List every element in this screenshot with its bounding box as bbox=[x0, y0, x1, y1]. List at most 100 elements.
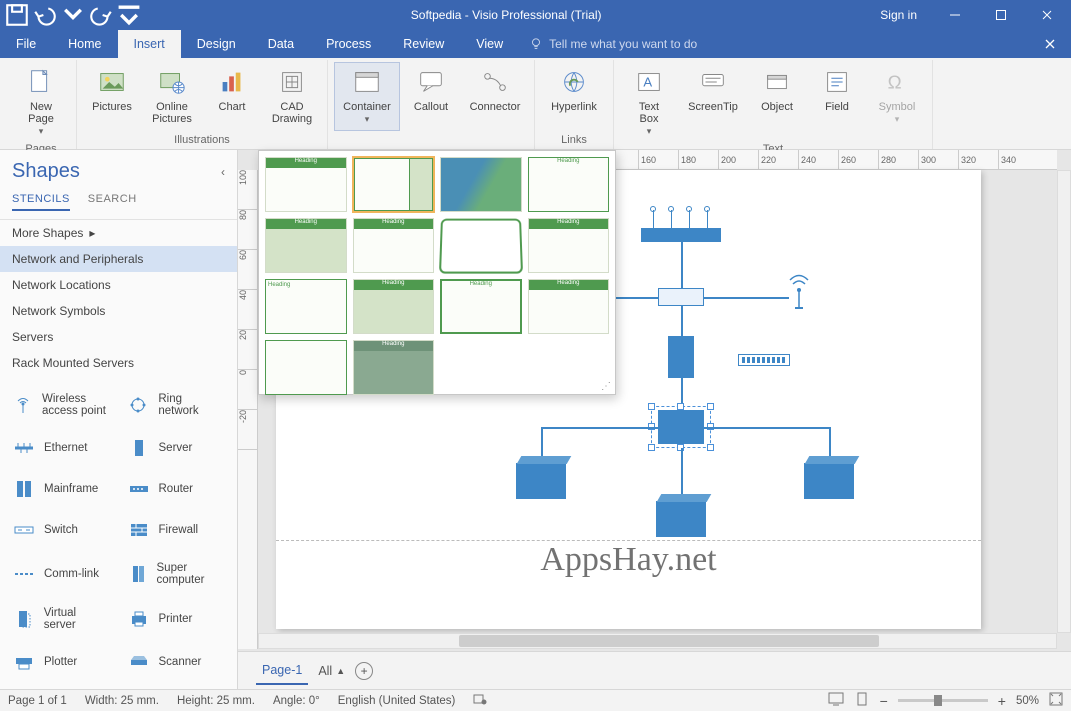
symbol-button[interactable]: ΩSymbol▾ bbox=[868, 62, 926, 140]
sign-in-link[interactable]: Sign in bbox=[866, 8, 931, 22]
stencil-item[interactable]: Network Symbols bbox=[0, 298, 237, 324]
shape-ring-network[interactable]: Ring network bbox=[119, 384, 234, 425]
shape-ethernet[interactable]: Ethernet bbox=[4, 429, 119, 466]
node-wireless-ap[interactable] bbox=[784, 270, 814, 313]
gallery-item[interactable] bbox=[353, 157, 435, 212]
page-tab-current[interactable]: Page-1 bbox=[256, 657, 308, 685]
shape-printer[interactable]: Printer bbox=[119, 598, 234, 639]
zoom-in-button[interactable]: + bbox=[998, 693, 1006, 709]
screentip-button[interactable]: ScreenTip bbox=[680, 62, 746, 140]
gallery-item[interactable] bbox=[440, 157, 522, 212]
tell-me-search[interactable]: Tell me what you want to do bbox=[519, 30, 707, 58]
stencil-item[interactable]: Rack Mounted Servers bbox=[0, 350, 237, 376]
gallery-item[interactable]: Heading bbox=[353, 218, 435, 273]
hyperlink-button[interactable]: Hyperlink bbox=[541, 62, 607, 131]
stencil-item[interactable]: Servers bbox=[0, 324, 237, 350]
qat-customize-icon[interactable] bbox=[116, 2, 142, 28]
text-box-button[interactable]: AText Box▾ bbox=[620, 62, 678, 140]
online-pictures-button[interactable]: Online Pictures bbox=[143, 62, 201, 131]
shape-plotter[interactable]: Plotter bbox=[4, 644, 119, 681]
gallery-resize-handle[interactable]: ⋰ bbox=[601, 381, 611, 392]
gallery-item[interactable] bbox=[439, 219, 523, 274]
close-button[interactable] bbox=[1025, 0, 1069, 30]
new-page-label: New Page bbox=[28, 101, 54, 125]
status-language[interactable]: English (United States) bbox=[338, 695, 456, 707]
collapse-ribbon-button[interactable] bbox=[1035, 30, 1065, 58]
tab-insert[interactable]: Insert bbox=[118, 30, 181, 58]
callout-button[interactable]: Callout bbox=[402, 62, 460, 131]
gallery-item[interactable]: Heading bbox=[528, 218, 610, 273]
collapse-shapes-icon[interactable]: ‹ bbox=[221, 165, 225, 179]
gallery-item[interactable]: Heading bbox=[528, 157, 610, 212]
gallery-item[interactable]: Heading bbox=[265, 157, 347, 212]
shape-virtual-server[interactable]: Virtual server bbox=[4, 598, 119, 639]
zoom-slider-thumb[interactable] bbox=[934, 695, 942, 706]
node-patch-panel[interactable] bbox=[641, 228, 721, 242]
status-height: Height: 25 mm. bbox=[177, 695, 255, 707]
node-server[interactable] bbox=[668, 336, 694, 378]
gallery-item[interactable]: Heading bbox=[528, 279, 610, 334]
minimize-button[interactable] bbox=[933, 0, 977, 30]
shape-router[interactable]: Router bbox=[119, 471, 234, 508]
node-box-left[interactable] bbox=[516, 463, 566, 499]
scrollbar-thumb[interactable] bbox=[459, 635, 879, 647]
tab-design[interactable]: Design bbox=[181, 30, 252, 58]
gallery-item[interactable]: Heading bbox=[353, 279, 435, 334]
gallery-item[interactable]: Heading bbox=[353, 340, 435, 395]
node-switch-selected[interactable] bbox=[658, 410, 704, 444]
stencil-item[interactable]: Network Locations bbox=[0, 272, 237, 298]
node-box-right[interactable] bbox=[804, 463, 854, 499]
horizontal-scrollbar[interactable] bbox=[258, 633, 1057, 649]
page-width-icon[interactable] bbox=[854, 692, 870, 709]
status-bar: Page 1 of 1 Width: 25 mm. Height: 25 mm.… bbox=[0, 689, 1071, 711]
screentip-icon bbox=[696, 65, 730, 99]
maximize-button[interactable] bbox=[979, 0, 1023, 30]
zoom-slider[interactable] bbox=[898, 699, 988, 702]
cad-drawing-button[interactable]: CAD Drawing bbox=[263, 62, 321, 131]
shape-wireless-ap[interactable]: Wireless access point bbox=[4, 384, 119, 425]
zoom-level[interactable]: 50% bbox=[1016, 695, 1039, 707]
qat-dropdown-icon[interactable] bbox=[60, 2, 86, 28]
presentation-mode-icon[interactable] bbox=[828, 692, 844, 709]
tab-data[interactable]: Data bbox=[252, 30, 310, 58]
pictures-button[interactable]: Pictures bbox=[83, 62, 141, 131]
connector-button[interactable]: Connector bbox=[462, 62, 528, 131]
shape-switch[interactable]: Switch bbox=[4, 512, 119, 549]
shape-server[interactable]: Server bbox=[119, 429, 234, 466]
field-button[interactable]: Field bbox=[808, 62, 866, 140]
shape-super-computer[interactable]: Super computer bbox=[119, 553, 234, 594]
gallery-item[interactable]: Heading bbox=[265, 218, 347, 273]
tab-view[interactable]: View bbox=[460, 30, 519, 58]
node-modem[interactable] bbox=[658, 288, 704, 306]
undo-icon[interactable] bbox=[32, 2, 58, 28]
new-page-button[interactable]: New Page▾ bbox=[12, 62, 70, 140]
node-box-bottom[interactable] bbox=[656, 501, 706, 537]
zoom-out-button[interactable]: − bbox=[880, 693, 888, 709]
gallery-item[interactable] bbox=[265, 340, 347, 395]
shape-scanner[interactable]: Scanner bbox=[119, 644, 234, 681]
tab-home[interactable]: Home bbox=[52, 30, 117, 58]
save-icon[interactable] bbox=[4, 2, 30, 28]
chart-button[interactable]: Chart bbox=[203, 62, 261, 131]
more-shapes-item[interactable]: More Shapes ▸ bbox=[0, 220, 237, 246]
tab-file[interactable]: File bbox=[0, 30, 52, 58]
container-button[interactable]: Container▾ bbox=[334, 62, 400, 131]
shape-mainframe[interactable]: Mainframe bbox=[4, 471, 119, 508]
redo-icon[interactable] bbox=[88, 2, 114, 28]
tab-process[interactable]: Process bbox=[310, 30, 387, 58]
tab-review[interactable]: Review bbox=[387, 30, 460, 58]
macro-record-icon[interactable] bbox=[473, 692, 487, 709]
vertical-scrollbar[interactable] bbox=[1057, 170, 1071, 633]
shape-firewall[interactable]: Firewall bbox=[119, 512, 234, 549]
stencil-item[interactable]: Network and Peripherals bbox=[0, 246, 237, 272]
search-tab[interactable]: SEARCH bbox=[88, 193, 137, 211]
gallery-item[interactable]: Heading bbox=[265, 279, 347, 334]
ribbon: New Page▾ Pages Pictures Online Pictures… bbox=[0, 58, 1071, 150]
page-tab-all[interactable]: All ▲ bbox=[318, 664, 345, 678]
stencils-tab[interactable]: STENCILS bbox=[12, 193, 70, 211]
shape-comm-link[interactable]: Comm-link bbox=[4, 553, 119, 594]
gallery-item[interactable]: Heading bbox=[440, 279, 522, 334]
fit-to-window-icon[interactable] bbox=[1049, 692, 1063, 709]
object-button[interactable]: Object bbox=[748, 62, 806, 140]
add-page-button[interactable]: + bbox=[355, 662, 373, 680]
